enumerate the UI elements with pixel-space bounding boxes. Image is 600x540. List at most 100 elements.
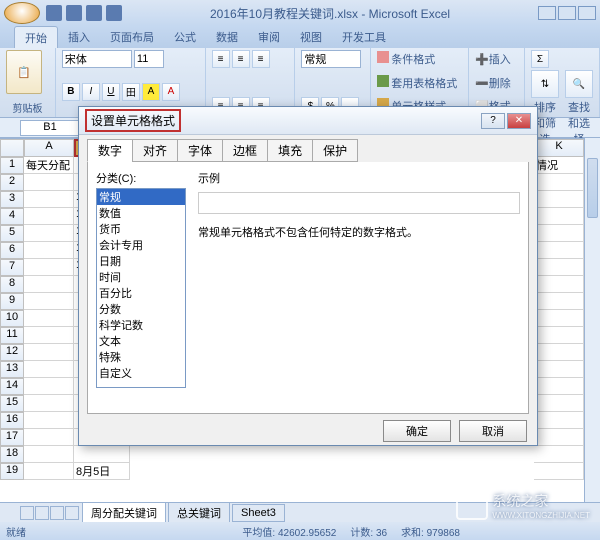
category-item[interactable]: 分数 [97, 301, 185, 317]
cell[interactable] [24, 242, 74, 259]
cancel-button[interactable]: 取消 [459, 420, 527, 442]
fill-color-button[interactable]: A [142, 83, 160, 101]
row-header[interactable]: 6 [0, 242, 24, 259]
cell[interactable] [534, 361, 584, 378]
cell[interactable] [24, 327, 74, 344]
dialog-tab-number[interactable]: 数字 [87, 139, 133, 162]
cell[interactable] [534, 327, 584, 344]
select-all-corner[interactable] [0, 139, 24, 157]
row-header[interactable]: 12 [0, 344, 24, 361]
row-header[interactable]: 8 [0, 276, 24, 293]
maximize-button[interactable] [558, 6, 576, 20]
dialog-tab-alignment[interactable]: 对齐 [132, 139, 178, 162]
cell[interactable] [24, 191, 74, 208]
tab-nav-prev[interactable] [35, 506, 49, 520]
cell[interactable] [534, 208, 584, 225]
cell[interactable] [24, 429, 74, 446]
vertical-scrollbar[interactable] [584, 138, 600, 502]
cell[interactable] [534, 242, 584, 259]
category-item[interactable]: 百分比 [97, 285, 185, 301]
category-item[interactable]: 日期 [97, 253, 185, 269]
table-format-button[interactable]: 套用表格格式 [377, 74, 462, 92]
row-header[interactable]: 1 [0, 157, 24, 174]
cell[interactable] [534, 191, 584, 208]
row-header[interactable]: 16 [0, 412, 24, 429]
ribbon-tab-data[interactable]: 数据 [206, 26, 248, 48]
cell[interactable] [24, 446, 74, 463]
cell[interactable] [24, 361, 74, 378]
dialog-titlebar[interactable]: 设置单元格格式 ? ✕ [79, 107, 537, 135]
cell[interactable] [534, 225, 584, 242]
tab-nav-first[interactable] [20, 506, 34, 520]
category-item[interactable]: 数值 [97, 205, 185, 221]
ribbon-tab-review[interactable]: 审阅 [248, 26, 290, 48]
office-button[interactable] [4, 2, 40, 24]
row-header[interactable]: 19 [0, 463, 24, 480]
border-button[interactable]: 田 [122, 83, 140, 101]
cell[interactable] [24, 259, 74, 276]
sheet-tab-1[interactable]: 周分配关键词 [82, 502, 166, 524]
dialog-close-button[interactable]: ✕ [507, 113, 531, 129]
row-header[interactable]: 14 [0, 378, 24, 395]
row-header[interactable]: 13 [0, 361, 24, 378]
italic-button[interactable]: I [82, 83, 100, 101]
cell[interactable] [24, 344, 74, 361]
category-list[interactable]: 常规数值货币会计专用日期时间百分比分数科学记数文本特殊自定义 [96, 188, 186, 388]
cell[interactable] [24, 463, 74, 480]
align-middle-button[interactable]: ≡ [232, 50, 250, 68]
cell[interactable] [534, 412, 584, 429]
cell[interactable]: 8月5日 [74, 463, 130, 480]
align-bottom-button[interactable]: ≡ [252, 50, 270, 68]
category-item[interactable]: 文本 [97, 333, 185, 349]
category-item[interactable]: 科学记数 [97, 317, 185, 333]
cell[interactable] [24, 293, 74, 310]
cell[interactable] [534, 293, 584, 310]
cell[interactable] [534, 259, 584, 276]
ribbon-tab-home[interactable]: 开始 [14, 26, 58, 48]
close-button[interactable] [578, 6, 596, 20]
qat-save-icon[interactable] [46, 5, 62, 21]
cell[interactable] [24, 412, 74, 429]
sheet-tab-2[interactable]: 总关键词 [168, 502, 230, 524]
ribbon-tab-formulas[interactable]: 公式 [164, 26, 206, 48]
dialog-tab-fill[interactable]: 填充 [267, 139, 313, 162]
autosum-button[interactable]: Σ [531, 50, 549, 68]
font-color-button[interactable]: A [162, 83, 180, 101]
dialog-tab-protection[interactable]: 保护 [312, 139, 358, 162]
sheet-tab-3[interactable]: Sheet3 [232, 504, 285, 522]
row-header[interactable]: 5 [0, 225, 24, 242]
paste-button[interactable]: 📋 [6, 50, 42, 94]
name-box[interactable]: B1 [20, 120, 80, 136]
category-item[interactable]: 特殊 [97, 349, 185, 365]
category-item[interactable]: 时间 [97, 269, 185, 285]
row-header[interactable]: 15 [0, 395, 24, 412]
row-header[interactable]: 17 [0, 429, 24, 446]
cell[interactable] [24, 276, 74, 293]
row-header[interactable]: 3 [0, 191, 24, 208]
category-item[interactable]: 货币 [97, 221, 185, 237]
row-header[interactable]: 10 [0, 310, 24, 327]
dialog-tab-border[interactable]: 边框 [222, 139, 268, 162]
cell[interactable] [534, 446, 584, 463]
cell[interactable] [74, 446, 130, 463]
minimize-button[interactable] [538, 6, 556, 20]
row-header[interactable]: 11 [0, 327, 24, 344]
row-header[interactable]: 4 [0, 208, 24, 225]
row-header[interactable]: 2 [0, 174, 24, 191]
font-size-select[interactable] [134, 50, 164, 68]
underline-button[interactable]: U [102, 83, 120, 101]
font-name-select[interactable] [62, 50, 132, 68]
cell[interactable] [534, 463, 584, 480]
ribbon-tab-layout[interactable]: 页面布局 [100, 26, 164, 48]
cell[interactable] [534, 429, 584, 446]
row-header[interactable]: 7 [0, 259, 24, 276]
cell[interactable] [534, 174, 584, 191]
cell[interactable] [24, 395, 74, 412]
find-select-button[interactable]: 🔍 [565, 70, 593, 98]
dialog-help-button[interactable]: ? [481, 113, 505, 129]
cells-delete-button[interactable]: ➖删除 [475, 74, 518, 92]
bold-button[interactable]: B [62, 83, 80, 101]
dialog-tab-font[interactable]: 字体 [177, 139, 223, 162]
cell[interactable] [534, 344, 584, 361]
col-header-k[interactable]: K [534, 139, 584, 157]
